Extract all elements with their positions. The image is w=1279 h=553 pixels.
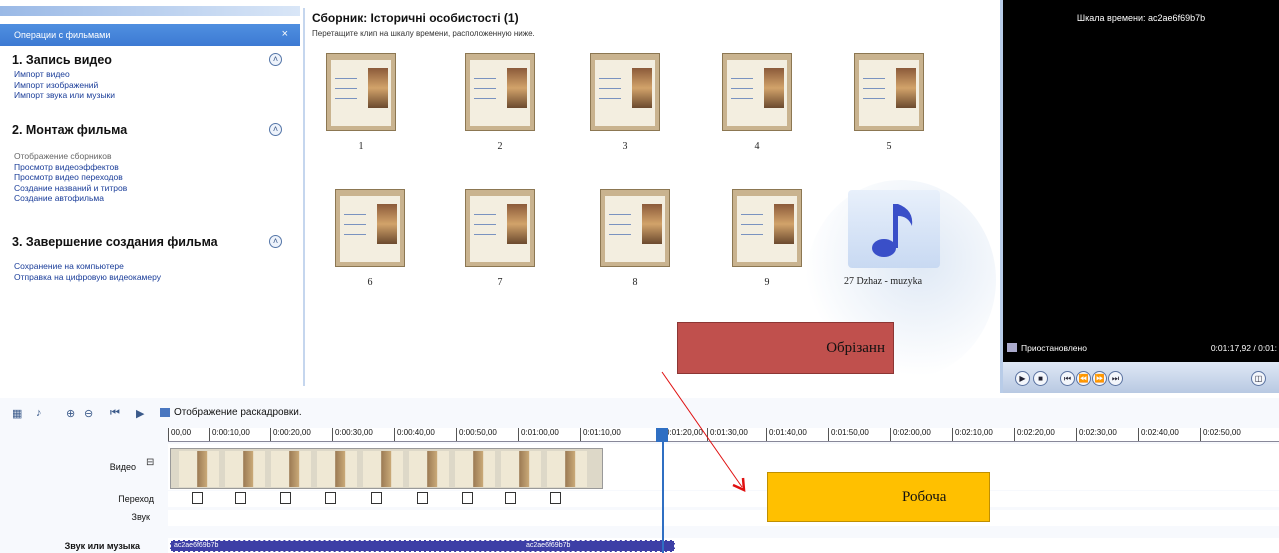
callout-arrow	[661, 371, 746, 493]
